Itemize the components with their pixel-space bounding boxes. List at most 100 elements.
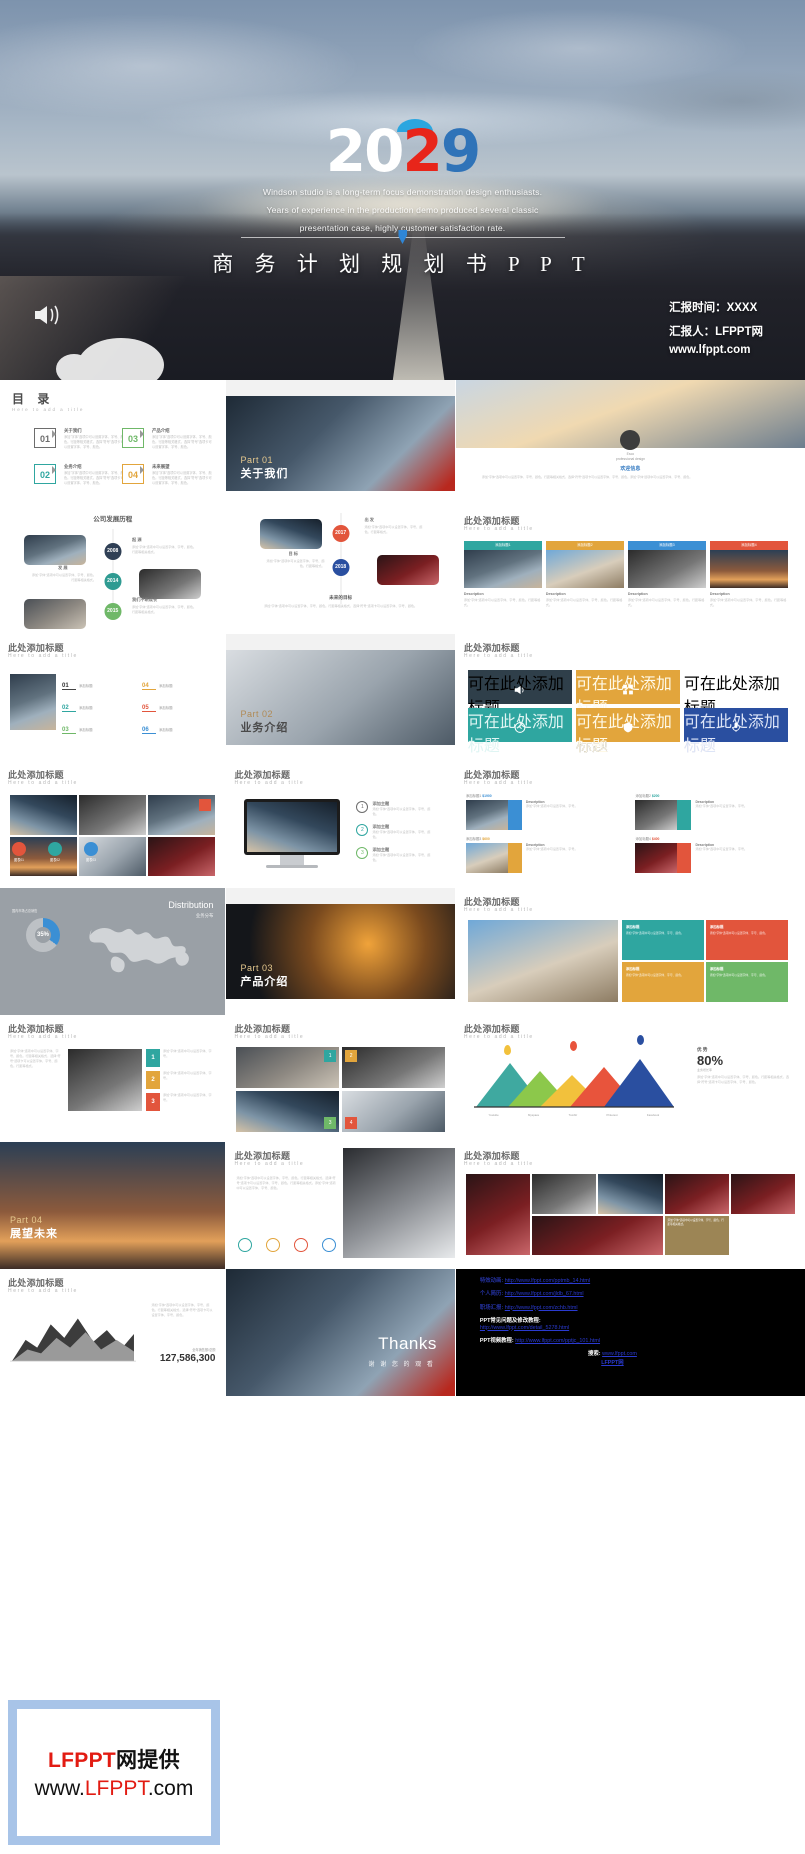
slide-subtitle: Here to add a title: [234, 1034, 305, 1040]
slide-price-cards[interactable]: 此处添加标题 Here to add a title 添加标题1 $1900 D…: [455, 761, 805, 888]
monitor-item-2[interactable]: 2 添加主题 添加"字体"选项中可以设置字体、字号、颜色。: [356, 823, 430, 840]
part-number: Part 04: [10, 1215, 43, 1225]
numbered-item-5[interactable]: 05 添加标题: [142, 696, 212, 714]
thanks-title: Thanks: [378, 1334, 437, 1353]
slide-photo-badges[interactable]: 此处添加标题 Here to add a title 图表01 图表02 图表0…: [0, 761, 226, 888]
icon-cell-2[interactable]: 可在此处添加标题: [575, 670, 680, 717]
icon-cell-4[interactable]: 可在此处添加标题: [467, 708, 572, 755]
icon-cell-8[interactable]: 可在此处添加标题: [683, 708, 788, 755]
site-url: www.lfppt.com: [669, 343, 751, 356]
link-row-6[interactable]: 搜索: www.lfppt.com: [480, 1351, 805, 1358]
circle-icon-2: [266, 1238, 281, 1252]
toc-desc-1: 添加"字体"选项中可以设置字体、字号、颜色。行距等相关格式，选择"符号"选项卡可…: [64, 435, 124, 449]
photo-card-2[interactable]: 添加标题2 Description 添加"字体"选项中可以设置字体、字号、颜色。…: [545, 541, 624, 608]
slide-four-photos[interactable]: 此处添加标题 Here to add a title 添加标题1 Descrip…: [455, 507, 805, 634]
slide-part-03[interactable]: Part 03 产品介绍: [226, 888, 455, 1015]
link-row-2[interactable]: 个人简历: http://www.lfppt.com/jldb_67.html: [480, 1291, 805, 1298]
link-row-3[interactable]: 职场汇报: http://www.lfppt.com/zchb.html: [480, 1305, 805, 1312]
stat-value: 127,586,300: [159, 1353, 216, 1364]
speaker-icon: [514, 685, 524, 695]
side-number-1[interactable]: 1 添加"字体"选项中可以设置字体、字号。: [146, 1049, 215, 1067]
slide-camera-mosaic[interactable]: 此处添加标题 Here to add a title 添加"字体"选项中可以设置…: [455, 1142, 805, 1269]
slide-numbered-photos[interactable]: 此处添加标题 Here to add a title 1 2 3 4: [226, 1015, 455, 1142]
slide-links[interactable]: 特效动画: http://www.lfppt.com/pptmb_14.html…: [455, 1269, 805, 1396]
timeline-year-4: 2017: [332, 525, 350, 542]
price-card-4[interactable]: 添加标题4 $400 Description 添加"字体"选项中可设置字体、字号。: [635, 836, 795, 873]
price-card-3[interactable]: 添加标题3 $600 Description 添加"字体"选项中可设置字体、字号。: [465, 836, 626, 873]
icon-cell-3[interactable]: 可在此处添加标题: [683, 670, 788, 717]
photo-card-3[interactable]: 添加标题3 Description 添加"字体"选项中可以设置字体、字号、颜色。…: [627, 541, 706, 608]
year-digit-2: 0: [364, 117, 404, 185]
slide-welcome[interactable]: Esco professional design 欢迎信息 添加"字体"选项中可…: [455, 380, 805, 507]
price-card-1[interactable]: 添加标题1 $1900 Description 添加"字体"选项中可设置字体、字号…: [465, 793, 626, 830]
photo-card-1[interactable]: 添加标题1 Description 添加"字体"选项中可以设置字体、字号、颜色。…: [463, 541, 542, 608]
slide-laptop[interactable]: 此处添加标题 Here to add a title 添加"字体"选项中可以设置…: [226, 1142, 455, 1269]
link-row-4[interactable]: PPT常见问题及修改教程: http://www.lfppt.com/detai…: [480, 1318, 805, 1332]
toc-number-3: 03: [122, 428, 144, 448]
numbered-photo-1[interactable]: 1: [236, 1047, 340, 1088]
slide-toc[interactable]: 目 录 Here to add a title 01 关于我们 添加"字体"选项…: [0, 380, 226, 507]
icon-cell-7[interactable]: 可在此处添加标题: [575, 708, 680, 755]
slide-subtitle: Here to add a title: [463, 907, 534, 913]
numbered-item-1[interactable]: 01 添加标题: [62, 674, 132, 692]
numbered-photo-3[interactable]: 3: [236, 1091, 340, 1132]
numbered-photo-2[interactable]: 2: [342, 1047, 445, 1088]
photo-tab-4: 添加标题4: [709, 541, 788, 550]
numbered-item-4[interactable]: 04 添加标题: [142, 674, 212, 692]
slide-subtitle: Here to add a title: [463, 1034, 534, 1040]
numbered-item-2[interactable]: 02 添加标题: [62, 696, 132, 714]
link-row-1[interactable]: 特效动画: http://www.lfppt.com/pptmb_14.html: [480, 1278, 805, 1285]
link-row-5[interactable]: PPT视频教程: http://www.lfppt.com/pptjc_101.…: [480, 1338, 805, 1345]
color-block-4[interactable]: 添加标题 添加"字体"选项中可以设置字体、字号、颜色。: [705, 962, 788, 1002]
slide-icon-grid[interactable]: 此处添加标题 Here to add a title 可在此处添加标题 可在此处…: [455, 634, 805, 761]
watermark-line-2: www.LFPPT.com: [34, 1777, 194, 1800]
price-card-2[interactable]: 添加标题2 $200 Description 添加"字体"选项中可设置字体、字号。: [635, 793, 795, 830]
slide-part-02[interactable]: Part 02 业务介绍: [226, 634, 455, 761]
slide-part-01[interactable]: Part 01 关于我们: [226, 380, 455, 507]
slide-color-blocks[interactable]: 此处添加标题 Here to add a title 添加标题 添加"字体"选项…: [455, 888, 805, 1015]
slide-history[interactable]: 公司发展历程 2008 起 源 添加"字体"选项中可以设置字体、字号、颜色。行距…: [0, 507, 226, 634]
slide-monitor[interactable]: 此处添加标题 Here to add a title 1 添加主题 添加"字体"选…: [226, 761, 455, 888]
slide-part-04[interactable]: Part 04 展望未来: [0, 1142, 226, 1269]
toc-label-2: 业务介绍: [64, 464, 82, 469]
slide-row-6: 此处添加标题 Here to add a title 添加"字体"选项中可以设置…: [0, 1015, 805, 1142]
mosaic-photo-6: [532, 1215, 663, 1255]
slide-subtitle: Here to add a title: [463, 1161, 534, 1167]
photo-card-4[interactable]: 添加标题4 Description 添加"字体"选项中可以设置字体、字号、颜色。…: [709, 541, 788, 608]
slide-stat-chart[interactable]: 此处添加标题 Here to add a title 添加"字体"选项中可以设置…: [0, 1269, 226, 1396]
numbered-photo-4[interactable]: 4: [342, 1091, 445, 1132]
slide-distribution[interactable]: Distribution 业务分布 35% 国内市场占总销售: [0, 888, 226, 1015]
slide-history-2[interactable]: 2017 出 发 添加"字体"选项中可以设置字体、字号、颜色。行距等格式。 20…: [226, 507, 455, 634]
toc-item-1[interactable]: 01 关于我们 添加"字体"选项中可以设置字体、字号、颜色。行距等相关格式，选择…: [34, 428, 126, 454]
badge-2[interactable]: 图表02: [48, 842, 62, 862]
timeline-photo-4: [260, 519, 323, 549]
side-number-2[interactable]: 2 添加"字体"选项中可以设置字体、字号。: [146, 1071, 215, 1089]
slide-mountain-chart[interactable]: 此处添加标题 Here to add a title Youtube Myspa…: [455, 1015, 805, 1142]
badge-3[interactable]: 图表03: [84, 842, 98, 862]
link-row-7[interactable]: LFPPT网: [480, 1360, 805, 1367]
mountain-percent: 80%: [697, 1053, 724, 1068]
badge-1[interactable]: 图表01: [12, 842, 26, 862]
toc-label-1: 关于我们: [64, 428, 82, 433]
numbered-item-3[interactable]: 03 添加标题: [62, 718, 132, 736]
icon-cell-1[interactable]: 可在此处添加标题: [467, 670, 572, 717]
slide-side-numbers[interactable]: 此处添加标题 Here to add a title 添加"字体"选项中可以设置…: [0, 1015, 226, 1142]
color-block-2[interactable]: 添加标题 添加"字体"选项中可以设置字体、字号、颜色。: [705, 920, 788, 960]
slide-thanks[interactable]: Thanks 谢 谢 您 的 观 看: [226, 1269, 455, 1396]
slide-numbered-list[interactable]: 此处添加标题 Here to add a title 01 添加标题 04 添加标题…: [0, 634, 226, 761]
stat-label: 全年销售额/总额: [192, 1348, 216, 1352]
slide-subtitle: Here to add a title: [8, 1034, 78, 1040]
toc-item-2[interactable]: 02 业务介绍 添加"字体"选项中可以设置字体、字号、颜色。行距等相关格式，选择…: [34, 464, 126, 490]
color-block-1[interactable]: 添加标题 添加"字体"选项中可以设置字体、字号、颜色。: [621, 920, 704, 960]
toc-item-4[interactable]: 04 未来展望 添加"字体"选项中可以设置字体、字号、颜色。行距等相关格式，选择…: [122, 464, 214, 490]
monitor-item-3[interactable]: 3 添加主题 添加"字体"选项中可以设置字体、字号、颜色。: [356, 846, 430, 863]
toc-item-3[interactable]: 03 产品介绍 添加"字体"选项中可以设置字体、字号、颜色。行距等相关格式，选择…: [122, 428, 214, 454]
monitor-item-1[interactable]: 1 添加主题 添加"字体"选项中可以设置字体、字号、颜色。: [356, 801, 430, 817]
thanks-subtitle: 谢 谢 您 的 观 看: [368, 1362, 435, 1368]
side-number-3[interactable]: 3 添加"字体"选项中可以设置字体、字号。: [146, 1093, 215, 1111]
timeline-photo-5: [376, 555, 439, 585]
color-block-3[interactable]: 添加标题 添加"字体"选项中可以设置字体、字号、颜色。: [621, 962, 704, 1002]
hero-slide: 2029 Windson studio is a long-term focus…: [0, 0, 805, 380]
numbered-item-6[interactable]: 06 添加标题: [142, 718, 212, 736]
distribution-title: Distribution: [168, 900, 214, 910]
